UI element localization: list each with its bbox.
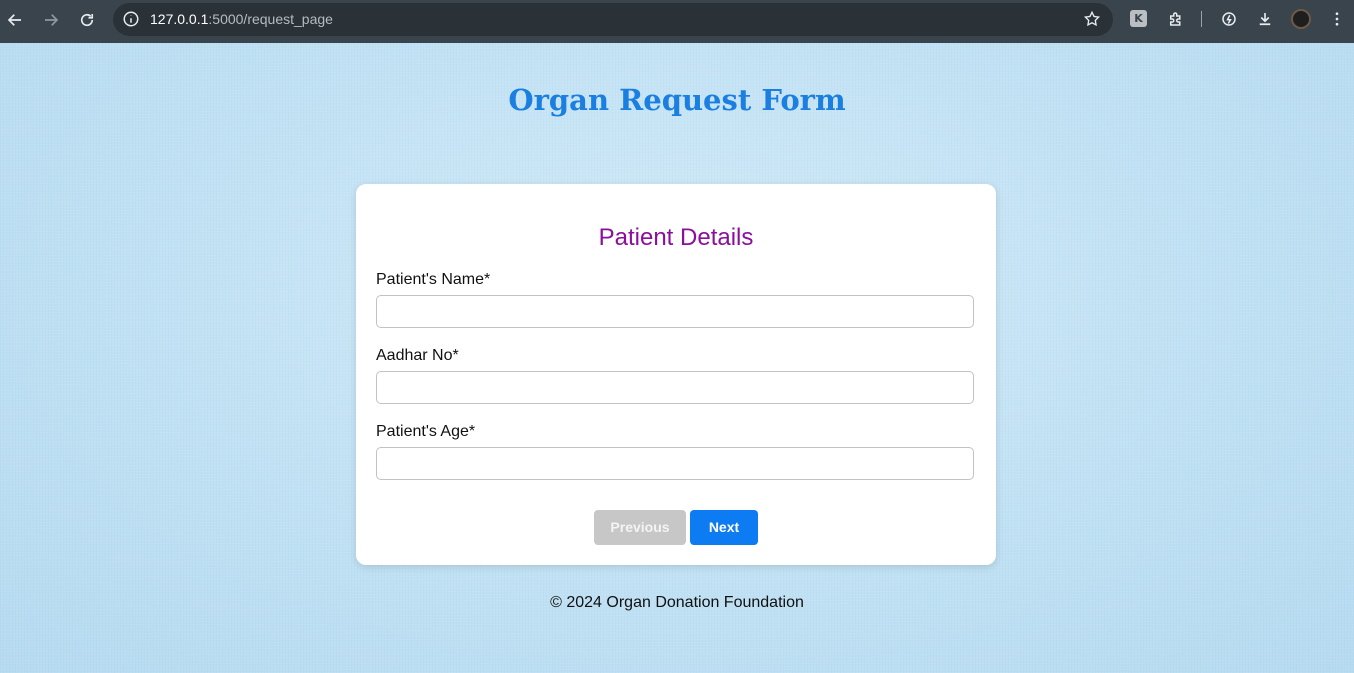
section-title: Patient Details xyxy=(598,224,754,251)
aadhar-no-label: Aadhar No* xyxy=(376,347,459,364)
address-bar[interactable]: 127.0.0.1:5000/request_page xyxy=(113,3,1113,36)
patient-age-input[interactable] xyxy=(376,447,974,480)
puzzle-icon[interactable] xyxy=(1166,9,1186,29)
previous-button[interactable]: Previous xyxy=(594,510,686,545)
footer-text: © 2024 Organ Donation Foundation xyxy=(550,594,804,611)
url-path: :5000/request_page xyxy=(208,11,333,27)
url-text[interactable]: 127.0.0.1:5000/request_page xyxy=(150,11,333,27)
browser-toolbar: 127.0.0.1:5000/request_page K xyxy=(0,0,1354,43)
page-title: Organ Request Form xyxy=(508,83,846,117)
star-icon[interactable] xyxy=(1083,10,1101,28)
patient-age-label: Patient's Age* xyxy=(376,423,476,440)
toolbar-divider xyxy=(1201,11,1202,27)
page-body: Organ Request Form Patient Details Patie… xyxy=(0,43,1354,673)
patient-name-label: Patient's Name* xyxy=(376,271,491,288)
reload-icon[interactable] xyxy=(74,7,100,33)
extension-k-icon[interactable]: K xyxy=(1130,10,1147,27)
speed-icon[interactable] xyxy=(1219,9,1239,29)
info-icon[interactable] xyxy=(122,10,140,28)
avatar[interactable] xyxy=(1291,9,1311,29)
aadhar-no-input[interactable] xyxy=(376,371,974,404)
download-icon[interactable] xyxy=(1255,9,1275,29)
request-form-card: Patient Details Patient's Name* Aadhar N… xyxy=(356,184,996,565)
menu-icon[interactable] xyxy=(1327,9,1347,29)
next-button[interactable]: Next xyxy=(690,510,758,545)
url-host: 127.0.0.1 xyxy=(150,11,209,27)
forward-icon[interactable] xyxy=(38,7,64,33)
back-icon[interactable] xyxy=(2,7,28,33)
patient-name-input[interactable] xyxy=(376,295,974,328)
